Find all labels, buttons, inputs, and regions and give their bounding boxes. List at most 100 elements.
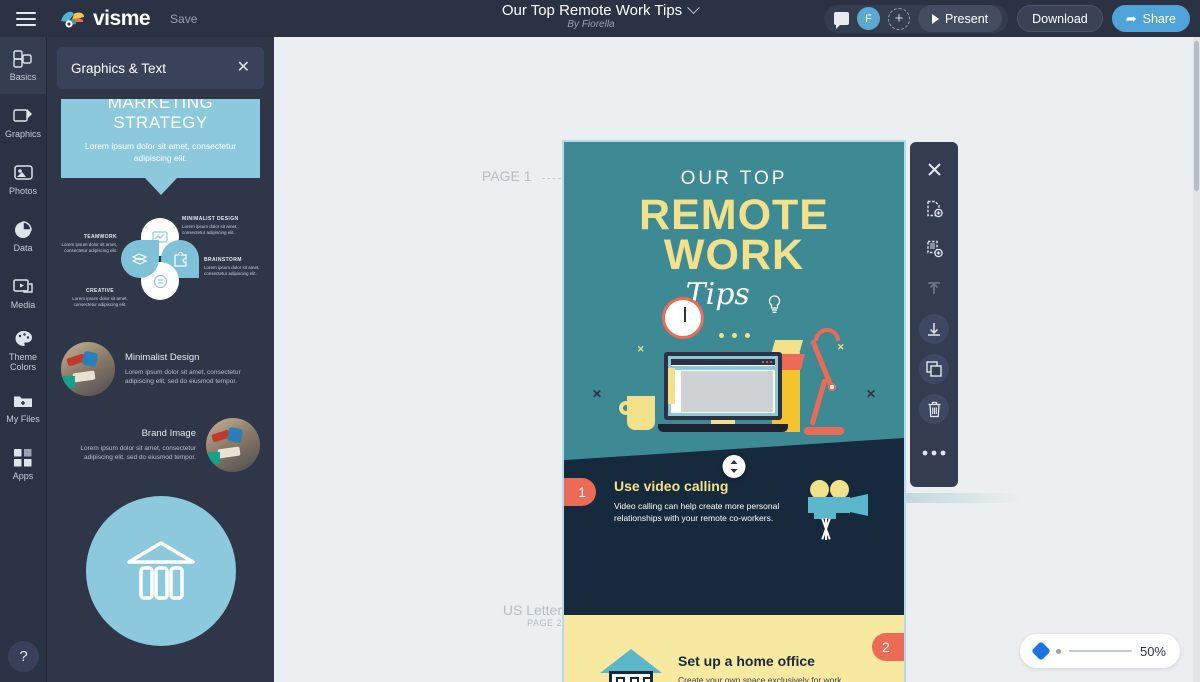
brand-name: visme [93,6,151,30]
top-bar: visme Save Our Top Remote Work Tips By F… [0,0,1200,37]
palette-icon [13,330,33,348]
tip-number-badge: 1 [564,478,596,506]
video-icon [13,278,33,296]
move-down-icon[interactable] [919,314,949,344]
scrollbar-thumb[interactable] [1194,41,1199,191]
slide-shadow [902,493,1022,503]
brand-logo[interactable]: visme [60,6,151,31]
x-mark-decoration: ✕ [637,344,645,354]
panel-title: Graphics & Text [71,60,167,76]
tip-body: Video calling can help create more perso… [614,501,780,523]
move-up-icon[interactable] [919,274,949,304]
sidebar-label: Theme Colors [8,351,37,372]
close-icon[interactable] [919,154,949,184]
media-block-text: Brand Image Lorem ipsum dolor sit amet, … [61,428,196,462]
sidebar-item-graphics[interactable]: Graphics [0,94,46,151]
desk-lamp-illustration [804,328,856,435]
sidebar-label: Media [10,299,36,310]
media-block-body: Lorem ipsum dolor sit amet, consectetur … [125,369,241,385]
download-button[interactable]: Download [1017,5,1103,32]
play-icon [932,13,940,24]
media-block-text: Minimalist Design Lorem ipsum dolor sit … [125,352,260,386]
plus-icon[interactable]: + [888,7,911,30]
laptop-illustration [658,352,788,432]
slide-canvas[interactable]: OUR TOP REMOTE WORK Tips ✕ ✕ ✕ ✕ 1 Use v… [562,140,906,682]
asset-minimalist-design-block[interactable]: Minimalist Design Lorem ipsum dolor sit … [61,342,260,396]
graphics-panel: Graphics & Text ✕ MARKETING STRATEGY Lor… [47,37,274,682]
media-block-title: Minimalist Design [125,352,200,363]
sidebar-item-photos[interactable]: Photos [0,151,46,208]
duplicate-page-icon[interactable] [919,234,949,264]
sidebar-item-apps[interactable]: Apps [0,436,46,493]
avatar[interactable]: F [857,7,881,30]
petal-body: Lorem ipsum dolor sit amet, consectetur … [72,296,128,307]
share-button[interactable]: ➦ Share [1111,5,1190,32]
trash-icon[interactable] [919,394,949,424]
zoom-level-value: 50% [1139,643,1166,659]
zoom-tick-dot[interactable] [1056,648,1061,654]
help-button[interactable]: ? [8,641,39,672]
asset-brand-image-block[interactable]: Brand Image Lorem ipsum dolor sit amet, … [61,418,260,472]
vertical-resize-icon[interactable] [722,455,746,478]
guide-us-letter: US Letter PAGE 2 [422,602,562,628]
vertical-scrollbar[interactable] [1193,37,1200,682]
guide-dots [542,178,566,179]
bank-columns-icon [125,538,197,605]
zoom-slider-handle[interactable] [1031,641,1051,661]
add-page-icon[interactable] [919,194,949,224]
comment-icon[interactable] [834,12,850,29]
petal-body: Lorem ipsum dolor sit amet, consectetur … [182,224,238,235]
sidebar-item-media[interactable]: Media [0,265,46,322]
asset-marketing-strategy-bubble[interactable]: MARKETING STRATEGY Lorem ipsum dolor sit… [61,99,260,178]
canvas-workspace[interactable]: PAGE 1 US Letter PAGE 2 A4 PAGE 2 OUR TO… [274,37,1200,682]
thumbnail-image [61,342,115,396]
share-label: Share [1142,11,1176,26]
petal-label: TEAMWORK [83,234,117,240]
chevron-down-icon[interactable] [687,1,701,15]
hero-title: REMOTE WORK [564,194,904,277]
bubble-title-line2: STRATEGY [113,113,208,132]
panel-content: MARKETING STRATEGY Lorem ipsum dolor sit… [47,99,274,682]
petal-label: BRAINSTORM [204,257,242,263]
tip-section-1[interactable]: 1 Use video calling Video calling can he… [564,460,904,615]
asset-bank-circle[interactable] [85,496,236,646]
present-label: Present [945,11,989,26]
document-title[interactable]: Our Top Remote Work Tips [501,1,701,19]
x-mark-decoration: ✕ [866,387,877,401]
guide-page-1: PAGE 1 [482,168,532,186]
hero-kicker: OUR TOP [680,168,788,189]
guide-label: PAGE 1 [482,168,532,184]
tip-section-2[interactable]: 2 Set up a home office Create your own s… [564,615,904,682]
sidebar-label: Apps [12,470,34,481]
visme-logo-icon [60,9,86,29]
close-icon[interactable]: ✕ [237,60,250,76]
tip-number-badge: 2 [872,633,904,661]
media-block-title: Brand Image [141,428,196,439]
document-title-text: Our Top Remote Work Tips [501,2,683,19]
sidebar-item-basics[interactable]: Basics [0,37,46,94]
zoom-control[interactable]: 50% [1020,634,1180,668]
copy-icon[interactable] [919,354,949,384]
sidebar-label: Basics [9,71,37,82]
dots-decoration [719,333,750,338]
pie-chart-icon [13,220,33,239]
sidebar-item-theme-colors[interactable]: Theme Colors [0,322,46,379]
petal-body: Lorem ipsum dolor sit amet, consectetur … [61,242,117,253]
zoom-slider-track[interactable] [1069,650,1132,652]
present-button[interactable]: Present [918,5,1003,32]
save-button[interactable]: Save [170,12,197,26]
film-camera-icon [806,480,872,542]
sidebar-item-my-files[interactable]: My Files [0,379,46,436]
mug-illustration [619,396,655,430]
sidebar-item-data[interactable]: Data [0,208,46,265]
bubble-body: Lorem ipsum dolor sit amet, consectetur … [84,141,237,163]
tip-title: Set up a home office [678,653,815,669]
hamburger-icon[interactable] [0,0,52,37]
x-mark-decoration: ✕ [592,387,603,401]
asset-petal-diagram[interactable]: MINIMALIST DESIGN Lorem ipsum dolor sit … [47,212,274,320]
grid-apps-icon [13,448,33,467]
bubble-title-line1: MARKETING [107,99,214,112]
more-dots-icon[interactable] [919,438,949,468]
blocks-abc-icon [13,49,33,68]
slide-hero[interactable]: OUR TOP REMOTE WORK Tips ✕ ✕ ✕ ✕ [564,142,904,460]
